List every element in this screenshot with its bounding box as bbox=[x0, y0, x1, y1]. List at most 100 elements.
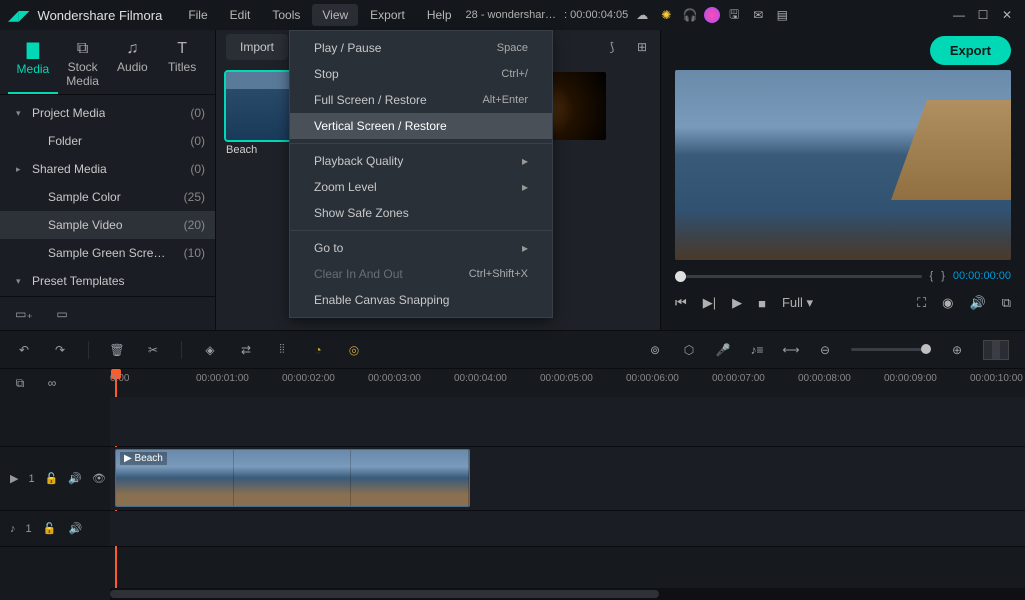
dd-play-pause[interactable]: Play / PauseSpace bbox=[290, 35, 552, 61]
time-ruler[interactable]: 0:0000:00:01:0000:00:02:0000:00:03:0000:… bbox=[110, 369, 1025, 397]
video-clip[interactable]: ▶ Beach bbox=[115, 449, 470, 507]
chevron-right-icon: ▸ bbox=[522, 154, 528, 168]
dd-fullscreen[interactable]: Full Screen / RestoreAlt+Enter bbox=[290, 87, 552, 113]
export-button[interactable]: Export bbox=[930, 36, 1011, 65]
undo-icon[interactable]: ↶ bbox=[16, 342, 32, 358]
scrub-track[interactable] bbox=[675, 275, 922, 278]
menu-file[interactable]: File bbox=[178, 4, 217, 26]
visibility-icon[interactable]: 👁 bbox=[92, 471, 106, 487]
headphones-icon[interactable]: 🎧 bbox=[680, 5, 700, 25]
feedback-icon[interactable]: ▤ bbox=[772, 5, 792, 25]
audio-fx-icon[interactable]: ⦙⦙ bbox=[274, 342, 290, 358]
maximize-icon[interactable]: ☐ bbox=[973, 5, 993, 25]
menu-view[interactable]: View bbox=[312, 4, 358, 26]
snapshot-icon[interactable]: ◉ bbox=[942, 295, 953, 311]
audio-track-header: ♪1 🔓 🔊 bbox=[0, 511, 110, 546]
zoom-in-icon[interactable]: ⊕ bbox=[949, 342, 965, 358]
redo-icon[interactable]: ↷ bbox=[52, 342, 68, 358]
delete-icon[interactable]: 🗑 bbox=[109, 342, 125, 358]
dd-vertical-screen[interactable]: Vertical Screen / Restore bbox=[290, 113, 552, 139]
ruler-tick: 00:00:02:00 bbox=[282, 373, 335, 384]
menu-export[interactable]: Export bbox=[360, 4, 415, 26]
popout-icon[interactable]: ⧉ bbox=[1002, 295, 1011, 311]
profile-avatar-icon[interactable] bbox=[704, 7, 720, 23]
stop-icon[interactable]: ■ bbox=[758, 296, 766, 311]
minimize-icon[interactable]: — bbox=[949, 5, 969, 25]
ruler-tick: 00:00:04:00 bbox=[454, 373, 507, 384]
folder-icon: ▇ bbox=[8, 40, 58, 60]
timeline: ↶ ↷ 🗑 ✂ ◈ ⇄ ⦙⦙ ◔ ◎ ⊚ ⬡ 🎤 ♪≡ ⟷ ⊖ ⊕ ⧉ ∞ 0:… bbox=[0, 330, 1025, 600]
snap-icon[interactable]: ⧉ bbox=[12, 375, 28, 391]
timeline-scrollbar[interactable] bbox=[0, 588, 1025, 600]
step-back-icon[interactable]: ▶| bbox=[703, 295, 716, 311]
menu-help[interactable]: Help bbox=[417, 4, 462, 26]
filter-icon[interactable]: ⟆ bbox=[604, 39, 620, 55]
grid-icon[interactable]: ⊞ bbox=[634, 39, 650, 55]
shield-icon[interactable]: ⬡ bbox=[681, 342, 697, 358]
cut-icon[interactable]: ✂ bbox=[145, 342, 161, 358]
dd-zoom-level[interactable]: Zoom Level▸ bbox=[290, 174, 552, 200]
video-track-icon: ▶ bbox=[10, 472, 18, 485]
tab-titles[interactable]: TTitles bbox=[157, 34, 207, 94]
delete-folder-icon[interactable]: ▭ bbox=[54, 306, 70, 322]
fit-icon[interactable]: ⟷ bbox=[783, 342, 799, 358]
menu-tools[interactable]: Tools bbox=[262, 4, 310, 26]
import-button[interactable]: Import bbox=[226, 34, 288, 60]
tree-row-3[interactable]: Sample Color(25) bbox=[0, 183, 215, 211]
app-logo-icon: ◢◤ bbox=[8, 7, 30, 24]
video-preview[interactable] bbox=[675, 70, 1011, 260]
dd-stop[interactable]: StopCtrl+/ bbox=[290, 61, 552, 87]
mute-icon[interactable]: 🔊 bbox=[68, 521, 84, 537]
tree-row-4[interactable]: Sample Video(20) bbox=[0, 211, 215, 239]
dd-canvas-snap[interactable]: Enable Canvas Snapping bbox=[290, 287, 552, 313]
display-icon[interactable]: ⛶ bbox=[917, 295, 926, 311]
tab-media[interactable]: ▇Media bbox=[8, 34, 58, 94]
ruler-tick: 00:00:10:00 bbox=[970, 373, 1023, 384]
new-folder-icon[interactable]: ▭₊ bbox=[16, 306, 32, 322]
view-dropdown: Play / PauseSpace StopCtrl+/ Full Screen… bbox=[289, 30, 553, 318]
timeline-scroll-thumb[interactable] bbox=[110, 590, 659, 598]
menu-edit[interactable]: Edit bbox=[220, 4, 261, 26]
lock-icon[interactable]: 🔓 bbox=[42, 521, 58, 537]
video-track: ▶1 🔓 🔊 👁 ▶ Beach bbox=[0, 447, 1025, 511]
tracks-container: ▶1 🔓 🔊 👁 ▶ Beach ♪1 🔓 🔊 bbox=[0, 397, 1025, 588]
play-icon[interactable]: ▶ bbox=[732, 295, 742, 311]
save-icon[interactable]: 🖫 bbox=[724, 5, 744, 25]
tree-row-0[interactable]: ▾Project Media(0) bbox=[0, 99, 215, 127]
tree-row-6[interactable]: ▾Preset Templates bbox=[0, 267, 215, 295]
zoom-knob[interactable] bbox=[921, 344, 931, 354]
lock-icon[interactable]: 🔓 bbox=[45, 471, 59, 487]
link-icon[interactable]: ∞ bbox=[44, 375, 60, 391]
color-icon[interactable]: ◎ bbox=[346, 342, 362, 358]
mail-icon[interactable]: ✉ bbox=[748, 5, 768, 25]
dd-goto[interactable]: Go to▸ bbox=[290, 235, 552, 261]
tree-row-1[interactable]: Folder(0) bbox=[0, 127, 215, 155]
dd-playback-quality[interactable]: Playback Quality▸ bbox=[290, 148, 552, 174]
mute-icon[interactable]: 🔊 bbox=[68, 471, 82, 487]
zoom-out-icon[interactable]: ⊖ bbox=[817, 342, 833, 358]
out-bracket: } bbox=[941, 270, 945, 282]
mic-icon[interactable]: 🎤 bbox=[715, 342, 731, 358]
audio-track-icon: ♪ bbox=[10, 523, 16, 535]
marker-icon[interactable]: ◈ bbox=[202, 342, 218, 358]
scrub-knob[interactable] bbox=[675, 271, 686, 282]
zoom-slider[interactable] bbox=[851, 348, 931, 351]
mixer-icon[interactable]: ♪≡ bbox=[749, 342, 765, 358]
audio-meter[interactable] bbox=[983, 340, 1009, 360]
adjust-icon[interactable]: ⇄ bbox=[238, 342, 254, 358]
tree-row-2[interactable]: ▸Shared Media(0) bbox=[0, 155, 215, 183]
close-icon[interactable]: ✕ bbox=[997, 5, 1017, 25]
target-icon[interactable]: ⊚ bbox=[647, 342, 663, 358]
prev-frame-icon[interactable]: ⏮ bbox=[675, 295, 687, 311]
chevron-right-icon: ▸ bbox=[522, 241, 528, 255]
tab-stock[interactable]: ⧉Stock Media bbox=[58, 34, 108, 94]
tab-audio[interactable]: ♫Audio bbox=[108, 34, 158, 94]
cloud-icon[interactable]: ☁ bbox=[632, 5, 652, 25]
tree-row-5[interactable]: Sample Green Scre…(10) bbox=[0, 239, 215, 267]
speed-icon[interactable]: ◔ bbox=[310, 342, 326, 358]
volume-icon[interactable]: 🔊 bbox=[970, 295, 986, 311]
lightbulb-icon[interactable]: ✺ bbox=[656, 5, 676, 25]
speed-label[interactable]: Full ▾ bbox=[782, 295, 813, 311]
dd-safe-zones[interactable]: Show Safe Zones bbox=[290, 200, 552, 226]
music-icon: ♫ bbox=[108, 40, 158, 58]
